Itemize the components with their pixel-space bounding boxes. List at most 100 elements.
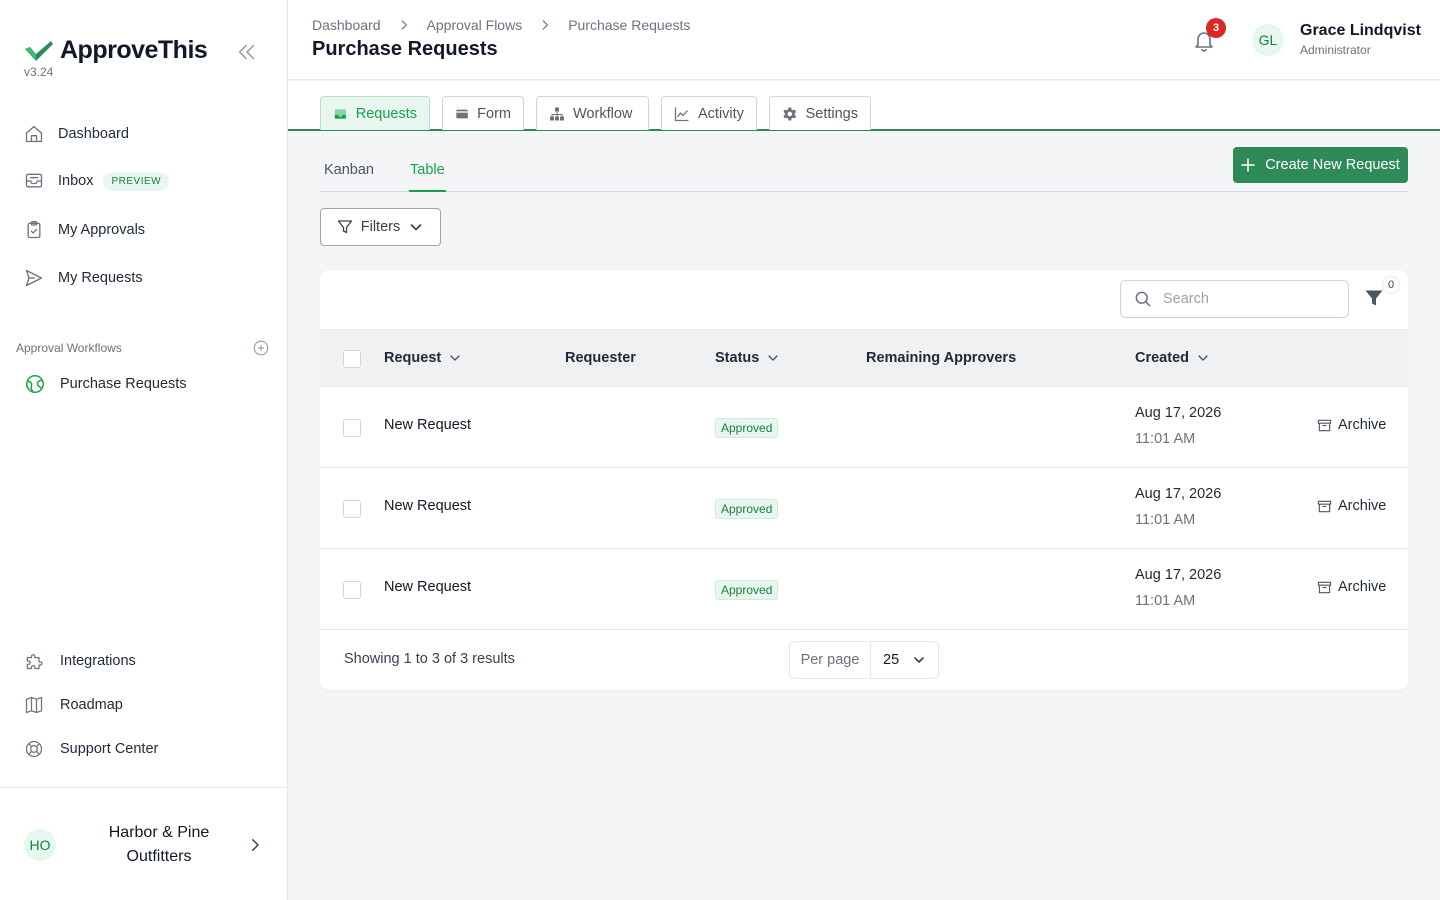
status-badge: Approved	[715, 580, 779, 600]
archive-icon	[1317, 581, 1332, 593]
tab-label: Settings	[805, 105, 858, 122]
select-all-checkbox[interactable]	[343, 350, 361, 368]
request-name[interactable]: New Request	[384, 417, 471, 433]
nav-item-roadmap[interactable]: Roadmap	[24, 695, 123, 715]
row-checkbox[interactable]	[343, 419, 361, 437]
org-name: Harbor & Pine Outfitters	[108, 824, 210, 865]
request-name[interactable]: New Request	[384, 579, 471, 595]
column-filter-icon[interactable]	[1364, 288, 1384, 308]
column-label: Request	[384, 350, 442, 366]
view-tab-kanban[interactable]: Kanban	[324, 162, 374, 190]
per-page-value: 25	[883, 652, 900, 668]
nav-item-integrations[interactable]: Integrations	[24, 651, 136, 671]
table-header: Request Requester Status Remaining Appro…	[320, 329, 1408, 387]
user-role: Administrator	[1300, 43, 1371, 57]
clipboard-check-icon	[27, 221, 41, 239]
preview-badge: PREVIEW	[103, 171, 170, 191]
column-header-remaining-approvers: Remaining Approvers	[866, 350, 1016, 366]
nav-item-label: Inbox	[58, 173, 94, 189]
sidebar-item-purchase-requests[interactable]: Purchase Requests	[24, 373, 187, 395]
gear-icon	[783, 107, 797, 120]
nav-item-label: My Approvals	[58, 222, 146, 238]
tab-label: Activity	[698, 105, 744, 122]
tab-requests[interactable]: Requests	[320, 96, 430, 130]
column-header-status[interactable]: Status	[715, 350, 779, 366]
column-header-created[interactable]: Created	[1135, 350, 1209, 366]
column-label: Remaining Approvers	[866, 350, 1017, 366]
home-icon	[25, 125, 43, 143]
search-icon	[1135, 291, 1151, 307]
brand-name: ApproveThis	[60, 36, 208, 64]
notification-count-badge: 3	[1206, 18, 1226, 38]
view-tab-table[interactable]: Table	[409, 162, 446, 192]
send-icon	[25, 269, 43, 287]
archive-label: Archive	[1338, 417, 1387, 433]
chevron-right-icon	[542, 20, 549, 30]
flow-tabs: Requests Form Workflow Activity Settings	[288, 81, 1440, 131]
per-page-label: Per page	[790, 642, 871, 678]
add-workflow-icon[interactable]	[252, 339, 270, 357]
request-name[interactable]: New Request	[384, 498, 471, 514]
sidebar-divider	[0, 787, 287, 788]
chevron-down-icon	[768, 355, 779, 361]
organization-switcher[interactable]: HO Harbor & Pine Outfitters	[24, 820, 264, 870]
column-header-request[interactable]: Request	[384, 350, 461, 366]
user-name[interactable]: Grace Lindqvist	[1300, 22, 1421, 40]
plus-icon	[1241, 158, 1255, 172]
tab-workflow[interactable]: Workflow	[536, 96, 649, 130]
create-new-request-button[interactable]: Create New Request	[1233, 147, 1408, 183]
tab-activity[interactable]: Activity	[661, 96, 757, 130]
nav-item-label: Roadmap	[60, 697, 123, 713]
hierarchy-icon	[550, 107, 564, 120]
table-row[interactable]: New Request Approved Aug 17, 2026 11:01 …	[320, 468, 1408, 549]
breadcrumb-dashboard[interactable]: Dashboard	[312, 17, 381, 33]
per-page-control: Per page 25	[789, 641, 939, 679]
nav-item-label: Dashboard	[58, 126, 129, 142]
nav-item-my-approvals[interactable]: My Approvals	[24, 220, 145, 240]
row-checkbox[interactable]	[343, 500, 361, 518]
column-label: Created	[1135, 350, 1189, 366]
tab-form[interactable]: Form	[442, 96, 524, 130]
breadcrumb-purchase-requests[interactable]: Purchase Requests	[568, 17, 690, 33]
filters-button[interactable]: Filters	[320, 208, 441, 246]
tab-label: Workflow	[573, 105, 633, 122]
search-input[interactable]	[1163, 291, 1333, 307]
nav-item-inbox[interactable]: Inbox PREVIEW	[24, 168, 170, 194]
chart-line-icon	[674, 107, 689, 121]
nav-item-support-center[interactable]: Support Center	[24, 739, 158, 759]
breadcrumb-approval-flows[interactable]: Approval Flows	[427, 17, 523, 33]
workflow-label: Purchase Requests	[60, 376, 187, 392]
globe-icon	[26, 375, 44, 393]
archive-icon	[1317, 500, 1332, 512]
nav-item-my-requests[interactable]: My Requests	[24, 268, 143, 288]
archive-icon	[1317, 419, 1332, 431]
nav-item-dashboard[interactable]: Dashboard	[24, 124, 129, 144]
status-badge: Approved	[715, 499, 779, 519]
table-row[interactable]: New Request Approved Aug 17, 2026 11:01 …	[320, 387, 1408, 468]
column-header-requester: Requester	[565, 350, 636, 366]
page-title: Purchase Requests	[312, 38, 498, 60]
org-avatar: HO	[24, 829, 56, 861]
results-summary: Showing 1 to 3 of 3 results	[344, 651, 515, 667]
nav-item-label: Integrations	[60, 653, 136, 669]
user-avatar[interactable]: GL	[1252, 24, 1284, 56]
per-page-select[interactable]: 25	[871, 642, 938, 678]
checkmark-logo-icon	[25, 40, 53, 61]
created-time: 11:01 AM	[1135, 431, 1196, 447]
search-field[interactable]	[1120, 280, 1349, 318]
sidebar: ApproveThis v3.24 Dashboard Inbox PREVIE…	[0, 0, 288, 900]
lifebuoy-icon	[25, 740, 43, 758]
map-icon	[25, 696, 43, 714]
row-checkbox[interactable]	[343, 581, 361, 599]
collapse-sidebar-icon[interactable]	[236, 41, 258, 63]
archive-button[interactable]: Archive	[1317, 579, 1386, 595]
brand[interactable]: ApproveThis	[24, 36, 208, 65]
archive-button[interactable]: Archive	[1317, 417, 1386, 433]
chevron-right-icon	[252, 839, 259, 851]
table-row[interactable]: New Request Approved Aug 17, 2026 11:01 …	[320, 549, 1408, 630]
app-version: v3.24	[24, 65, 54, 79]
archive-button[interactable]: Archive	[1317, 498, 1386, 514]
archive-label: Archive	[1338, 579, 1387, 595]
tab-settings[interactable]: Settings	[769, 96, 871, 130]
card-icon	[456, 109, 468, 118]
